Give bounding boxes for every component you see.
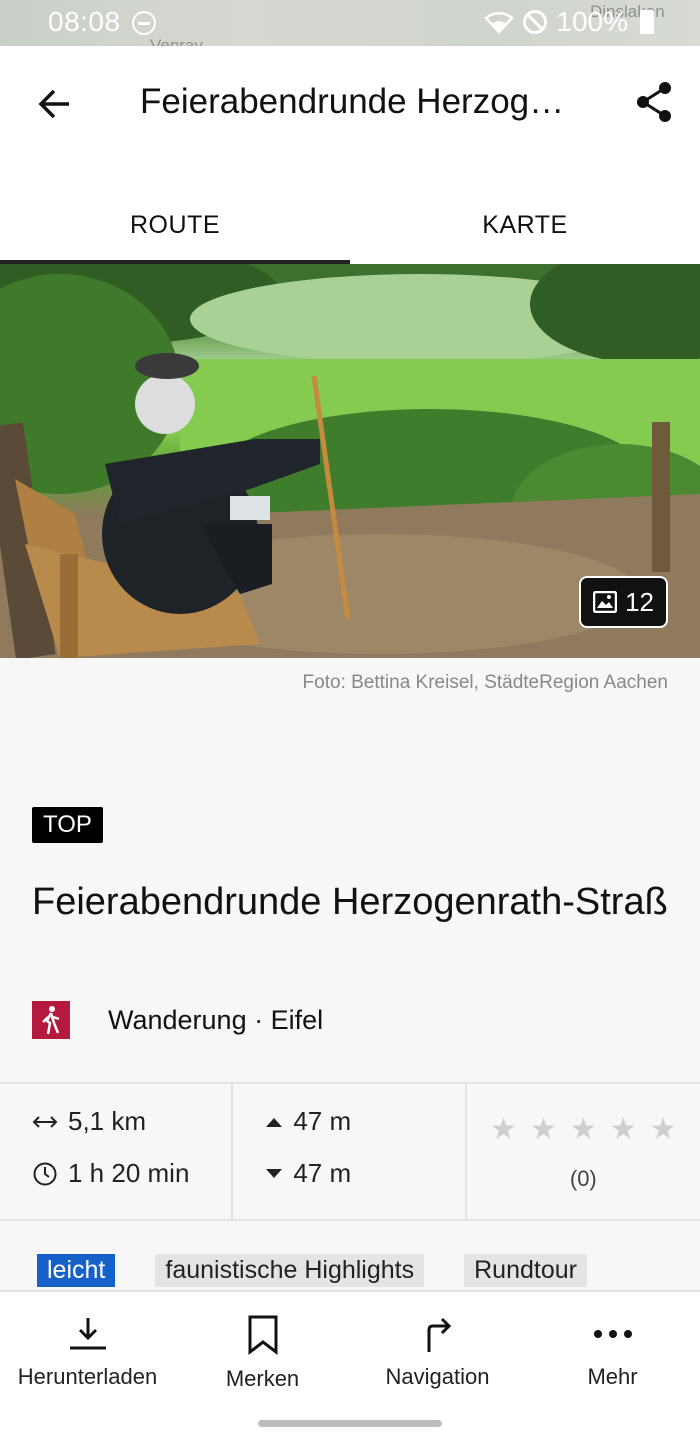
share-button[interactable] <box>630 78 678 126</box>
difficulty-tag: leicht <box>37 1254 116 1287</box>
more-icon <box>593 1330 632 1338</box>
rating-stars: ★ ★ ★ ★ ★ <box>467 1112 700 1147</box>
hiking-category-badge <box>32 1001 70 1039</box>
distance-value: 5,1 km <box>68 1106 147 1136</box>
category-row: Wanderung · Eifel <box>32 1000 323 1040</box>
navigation-button[interactable]: Navigation <box>350 1292 525 1412</box>
page-title: Feierabendrunde Herzogenrath-Straß <box>140 82 580 121</box>
star-icon: ★ <box>569 1113 597 1146</box>
download-label: Herunterladen <box>17 1364 158 1389</box>
duration-stat: 1 h 20 min <box>32 1158 189 1189</box>
photo-count: 12 <box>625 586 654 617</box>
blocked-icon <box>523 10 548 34</box>
battery-percent: 100% <box>556 6 628 37</box>
duration-value: 1 h 20 min <box>68 1158 190 1188</box>
bottom-action-bar: Herunterladen Merken Navigation Mehr <box>0 1290 700 1412</box>
status-bar: Venray Dinslaken 08:08 100% <box>0 0 700 46</box>
clock-icon <box>33 1162 57 1185</box>
bookmark-button[interactable]: Merken <box>175 1292 350 1412</box>
route-title: Feierabendrunde Herzogenrath-Straß <box>32 881 668 923</box>
star-icon: ★ <box>529 1113 557 1146</box>
arrow-left-icon <box>38 89 69 119</box>
star-icon: ★ <box>649 1113 677 1146</box>
bookmark-icon <box>248 1315 277 1356</box>
more-button[interactable]: Mehr <box>525 1292 700 1412</box>
download-icon <box>69 1318 106 1350</box>
distance-stat: 5,1 km <box>32 1106 146 1137</box>
wifi-icon <box>484 11 515 34</box>
ascent-value: 47 m <box>293 1106 352 1136</box>
descent-icon <box>266 1168 283 1178</box>
descent-value: 47 m <box>293 1158 352 1188</box>
photo-count-button[interactable]: 12 <box>579 576 668 628</box>
ascent-icon <box>266 1117 283 1127</box>
stats-panel: 5,1 km 1 h 20 min 47 m 47 m ★ ★ ★ ★ ★ (0… <box>0 1082 700 1221</box>
descent-stat: 47 m <box>265 1158 351 1189</box>
rating-count: (0) <box>569 1166 597 1191</box>
distance-icon <box>32 1115 58 1128</box>
do-not-disturb-icon <box>132 11 156 35</box>
star-icon: ★ <box>609 1113 637 1146</box>
photo-caption: Foto: Bettina Kreisel, StädteRegion Aach… <box>302 672 668 693</box>
tag-list: leicht faunistische Highlights Rundtour <box>37 1254 587 1287</box>
tab-karte[interactable]: KARTE <box>350 186 700 264</box>
star-icon: ★ <box>490 1113 517 1146</box>
distance-duration-stat: 5,1 km 1 h 20 min <box>0 1084 231 1219</box>
gesture-bar[interactable] <box>258 1420 442 1427</box>
rating-stat[interactable]: ★ ★ ★ ★ ★ (0) <box>464 1084 700 1219</box>
map-label: Venray <box>150 36 203 46</box>
share-icon <box>637 82 671 122</box>
bookmark-label: Merken <box>225 1366 300 1391</box>
more-label: Mehr <box>587 1364 638 1389</box>
tab-route[interactable]: ROUTE <box>0 186 350 264</box>
hiking-icon <box>42 1006 60 1035</box>
navigation-label: Navigation <box>385 1364 490 1389</box>
status-time: 08:08 <box>48 6 121 37</box>
tab-bar: ROUTE KARTE <box>0 186 700 264</box>
app-bar: Feierabendrunde Herzogenrath-Straß ROUTE… <box>0 46 700 264</box>
feature-tag: faunistische Highlights <box>155 1254 425 1287</box>
elevation-stat: 47 m 47 m <box>231 1084 464 1219</box>
download-button[interactable]: Herunterladen <box>0 1292 175 1412</box>
ascent-stat: 47 m <box>265 1106 351 1137</box>
turn-right-icon <box>427 1317 451 1352</box>
route-type-tag: Rundtour <box>464 1254 587 1287</box>
image-icon <box>593 591 618 613</box>
top-badge: TOP <box>32 807 103 843</box>
hero-photo[interactable]: 12 <box>0 264 700 658</box>
back-button[interactable] <box>30 80 78 128</box>
battery-icon <box>640 10 654 34</box>
category-text: Wanderung · Eifel <box>108 1004 324 1035</box>
